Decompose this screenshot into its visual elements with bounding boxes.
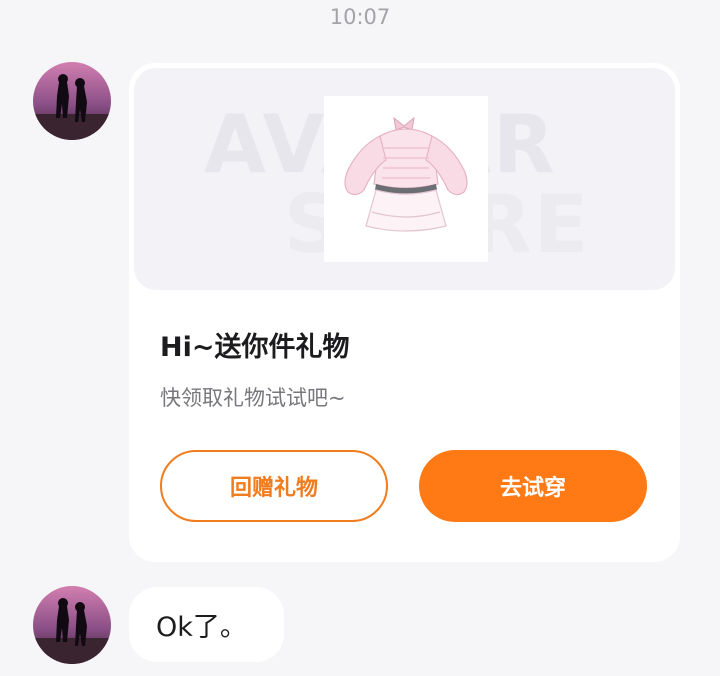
message-text: Ok了。 xyxy=(156,612,247,643)
chat-timestamp: 10:07 xyxy=(329,5,391,29)
avatar-image xyxy=(33,586,111,664)
gift-product-image[interactable] xyxy=(324,96,488,262)
return-gift-button[interactable]: 回赠礼物 xyxy=(160,450,388,522)
gift-banner: AVATAR STORE xyxy=(134,68,675,290)
avatar[interactable] xyxy=(33,62,111,140)
gift-card-subtitle: 快领取礼物试试吧~ xyxy=(160,386,346,410)
try-on-button[interactable]: 去试穿 xyxy=(419,450,647,522)
avatar-image xyxy=(33,62,111,140)
outfit-image xyxy=(344,116,468,232)
avatar[interactable] xyxy=(33,586,111,664)
text-message-bubble[interactable]: Ok了。 xyxy=(129,587,284,662)
gift-card[interactable]: AVATAR STORE Hi~送你件礼物 快领取礼物试试吧 xyxy=(129,63,680,562)
gift-card-title: Hi~送你件礼物 xyxy=(160,332,350,363)
